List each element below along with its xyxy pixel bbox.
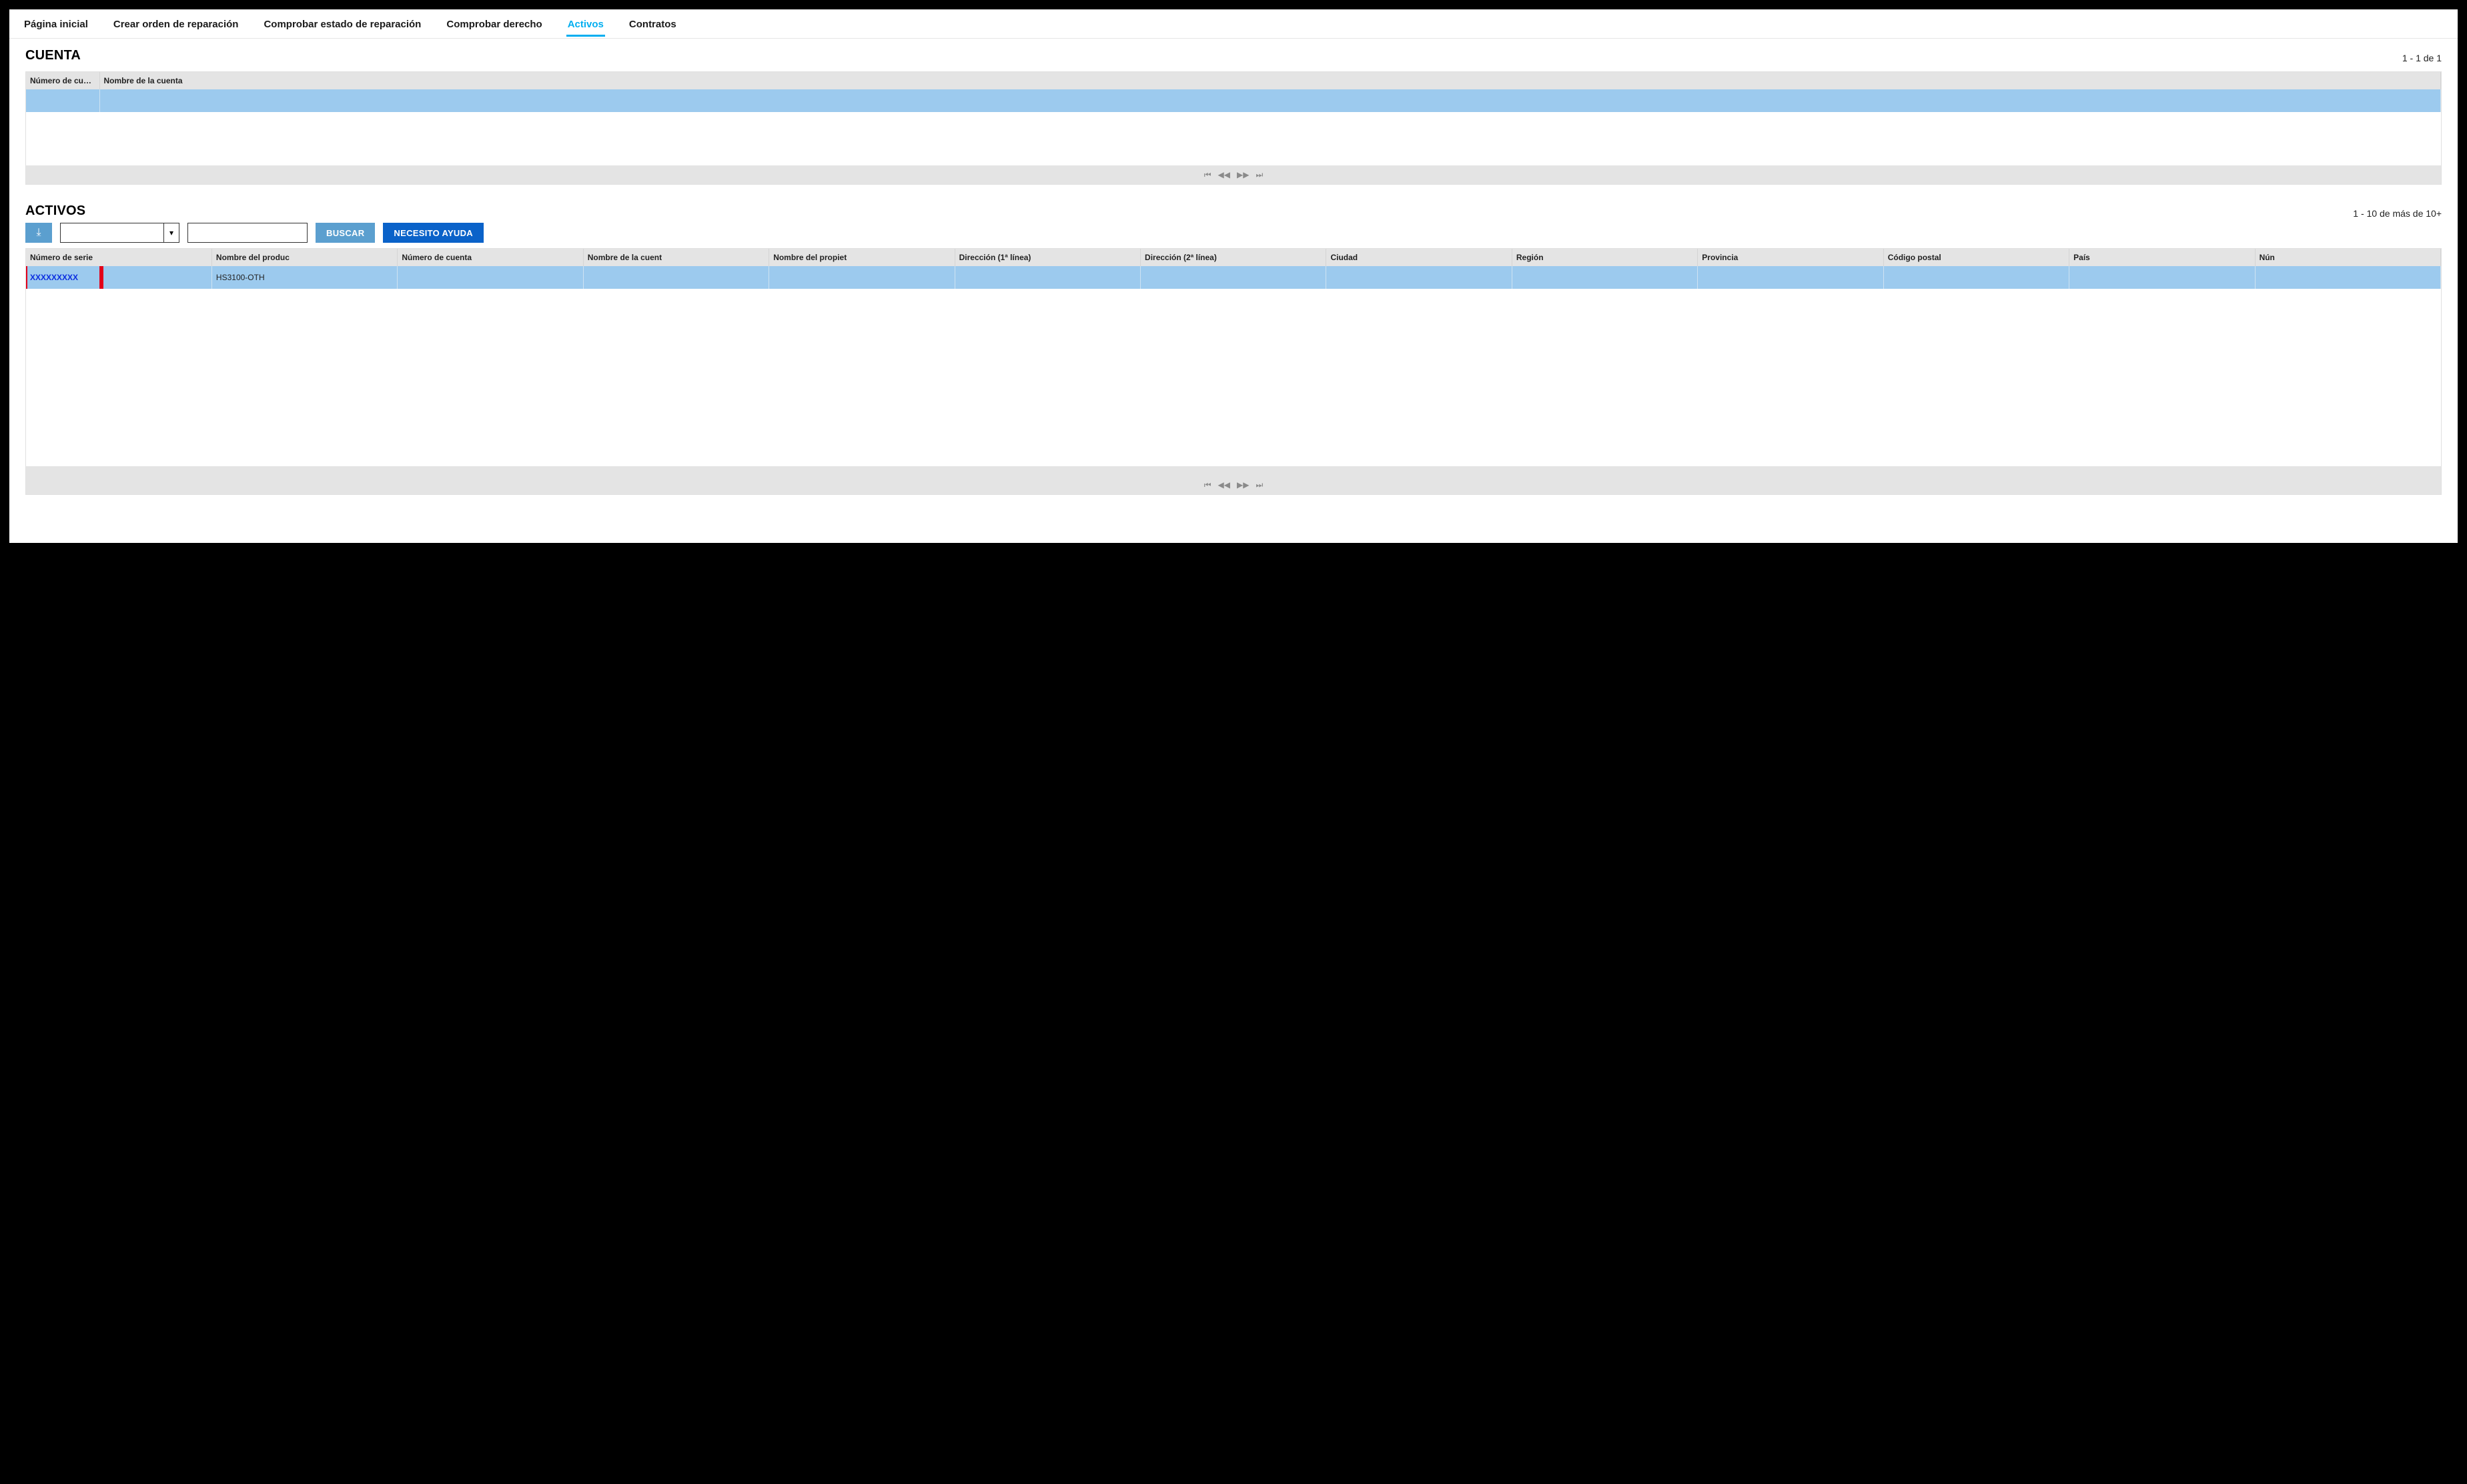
pager-prev-icon[interactable]: ◀◀: [1218, 170, 1230, 179]
assets-col-zip[interactable]: Código postal: [1883, 249, 2069, 266]
assets-col-accnum[interactable]: Número de cuenta: [398, 249, 583, 266]
filter-field-input[interactable]: [60, 223, 163, 243]
tab-contracts[interactable]: Contratos: [628, 12, 678, 37]
assets-searchbar: ⤓ ▾ BUSCAR NECESITO AYUDA: [9, 223, 2458, 248]
help-button[interactable]: NECESITO AYUDA: [383, 223, 484, 243]
assets-title: ACTIVOS: [25, 203, 85, 219]
pager-prev-icon[interactable]: ◀◀: [1218, 480, 1230, 490]
assets-panel: Número de serie Nombre del produc Número…: [25, 248, 2442, 495]
chevron-down-icon: ▾: [169, 228, 173, 237]
assets-range: 1 - 10 de más de 10+: [2353, 208, 2442, 219]
account-cell-number: [26, 89, 99, 112]
assets-col-serial[interactable]: Número de serie: [26, 249, 211, 266]
assets-pager: ⏮ ◀◀ ▶▶ ⏭: [26, 476, 2441, 494]
tab-create-repair[interactable]: Crear orden de reparación: [112, 12, 240, 37]
assets-cell-serial: XXXXXXXXX: [26, 266, 211, 289]
assets-col-owner[interactable]: Nombre del propiet: [769, 249, 955, 266]
assets-cell-accnum: [398, 266, 583, 289]
assets-col-city[interactable]: Ciudad: [1326, 249, 1512, 266]
assets-col-province[interactable]: Provincia: [1698, 249, 1883, 266]
tab-bar: Página inicial Crear orden de reparación…: [9, 9, 2458, 39]
account-pager: ⏮ ◀◀ ▶▶ ⏭: [26, 165, 2441, 184]
pager-next-icon[interactable]: ▶▶: [1237, 480, 1249, 490]
assets-cell-owner: [769, 266, 955, 289]
pager-last-icon[interactable]: ⏭: [1256, 480, 1263, 490]
account-cell-name: [99, 89, 2441, 112]
account-table: Número de cuenta Nombre de la cuenta: [26, 72, 2441, 112]
account-row[interactable]: [26, 89, 2441, 112]
account-col-name[interactable]: Nombre de la cuenta: [99, 72, 2441, 89]
pager-last-icon[interactable]: ⏭: [1256, 170, 1263, 180]
assets-cell-city: [1326, 266, 1512, 289]
account-range: 1 - 1 de 1: [2402, 53, 2442, 63]
assets-cell-accname: [583, 266, 769, 289]
download-icon: ⤓: [36, 227, 41, 239]
assets-cell-product: HS3100-OTH: [211, 266, 397, 289]
assets-table: Número de serie Nombre del produc Número…: [26, 249, 2441, 289]
account-panel: Número de cuenta Nombre de la cuenta ⏮ ◀…: [25, 71, 2442, 185]
account-col-number[interactable]: Número de cuenta: [26, 72, 99, 89]
assets-cell-country: [2069, 266, 2255, 289]
assets-row[interactable]: XXXXXXXXX HS3100-OTH: [26, 266, 2441, 289]
search-button[interactable]: BUSCAR: [316, 223, 375, 243]
filter-field-combo: ▾: [60, 223, 179, 243]
assets-cell-extra: [2255, 266, 2440, 289]
pager-first-icon[interactable]: ⏮: [1204, 170, 1211, 180]
assets-col-region[interactable]: Región: [1512, 249, 1697, 266]
serial-link[interactable]: XXXXXXXXX: [30, 273, 78, 282]
assets-col-extra[interactable]: Nún: [2255, 249, 2440, 266]
assets-cell-province: [1698, 266, 1883, 289]
assets-col-accname[interactable]: Nombre de la cuent: [583, 249, 769, 266]
assets-cell-addr2: [1141, 266, 1326, 289]
assets-cell-zip: [1883, 266, 2069, 289]
pager-first-icon[interactable]: ⏮: [1204, 480, 1211, 490]
pager-next-icon[interactable]: ▶▶: [1237, 170, 1249, 179]
tab-check-status[interactable]: Comprobar estado de reparación: [262, 12, 422, 37]
assets-col-product[interactable]: Nombre del produc: [211, 249, 397, 266]
assets-cell-region: [1512, 266, 1697, 289]
assets-col-country[interactable]: País: [2069, 249, 2255, 266]
assets-col-addr1[interactable]: Dirección (1ª línea): [955, 249, 1140, 266]
assets-cell-addr1: [955, 266, 1140, 289]
filter-text-input[interactable]: [187, 223, 308, 243]
tab-assets[interactable]: Activos: [566, 12, 605, 37]
account-title: CUENTA: [25, 48, 81, 63]
assets-col-addr2[interactable]: Dirección (2ª línea): [1141, 249, 1326, 266]
filter-field-dropdown[interactable]: ▾: [163, 223, 179, 243]
tab-home[interactable]: Página inicial: [23, 12, 89, 37]
download-button[interactable]: ⤓: [25, 223, 52, 243]
tab-check-right[interactable]: Comprobar derecho: [445, 12, 543, 37]
